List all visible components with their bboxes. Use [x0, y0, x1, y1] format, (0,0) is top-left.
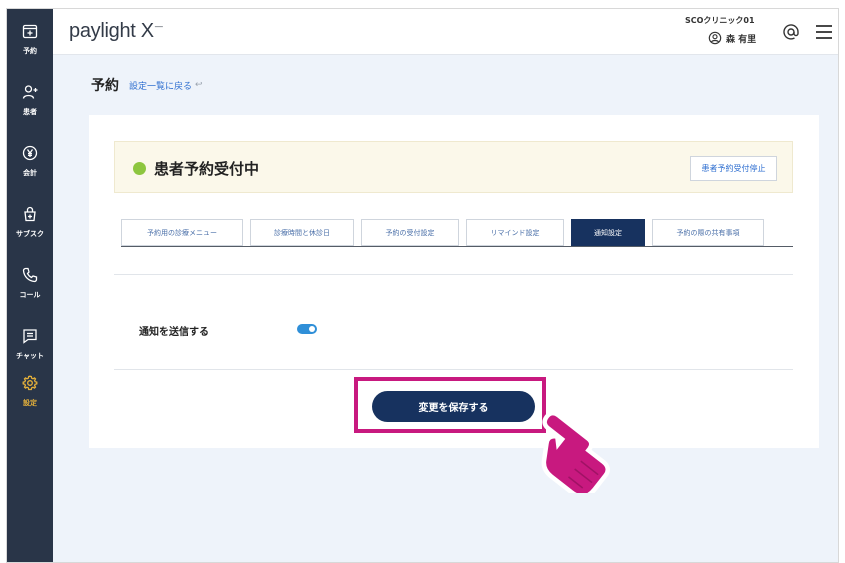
title-row: 予約 設定一覧に戻る ↩	[91, 75, 203, 95]
sidebar-item-label: チャット	[16, 351, 44, 360]
settings-tabs: 予約用の診療メニュー 診療時間と休診日 予約の受付設定 リマインド設定 通知設定…	[121, 219, 771, 246]
sidebar-item-reservation[interactable]: 予約	[7, 17, 53, 61]
user-circle-icon	[708, 31, 722, 45]
sidebar-item-chat[interactable]: チャット	[7, 322, 53, 366]
at-sign-icon[interactable]	[782, 23, 800, 45]
sidebar-item-subscription[interactable]: サブスク	[7, 200, 53, 244]
tab-reminder[interactable]: リマインド設定	[466, 219, 564, 246]
sidebar-item-label: コール	[19, 290, 41, 299]
sidebar-item-label: 患者	[23, 107, 37, 116]
user-add-icon	[22, 84, 38, 104]
sidebar-item-label: 設定	[23, 398, 37, 407]
tab-shared-info[interactable]: 予約の際の共有事項	[652, 219, 764, 246]
user-menu[interactable]: 森 有里	[708, 31, 756, 45]
page-title: 予約	[91, 78, 119, 94]
save-changes-button[interactable]: 変更を保存する	[372, 391, 535, 422]
tab-underline	[121, 246, 793, 247]
top-header: paylight X— SCOクリニック01 森 有里	[53, 9, 838, 55]
sidebar-item-call[interactable]: コール	[7, 261, 53, 305]
app-logo: paylight X—	[69, 20, 163, 42]
tab-notification[interactable]: 通知設定	[571, 219, 645, 246]
sidebar-item-label: 会計	[23, 168, 37, 177]
stop-reservations-button[interactable]: 患者予約受付停止	[690, 156, 777, 181]
back-to-settings-link[interactable]: 設定一覧に戻る	[129, 79, 192, 92]
divider	[114, 274, 793, 275]
settings-card: 患者予約受付中 患者予約受付停止 予約用の診療メニュー 診療時間と休診日 予約の…	[89, 115, 819, 448]
pointing-hand-icon	[541, 411, 611, 493]
sidebar-item-settings[interactable]: 設定	[7, 369, 53, 413]
reservation-status-banner: 患者予約受付中 患者予約受付停止	[114, 141, 793, 193]
notify-label: 通知を送信する	[139, 327, 209, 338]
toggle-knob	[309, 326, 315, 332]
sidebar-item-patients[interactable]: 患者	[7, 78, 53, 122]
subscription-bag-icon	[22, 206, 38, 226]
yen-circle-icon	[22, 145, 38, 165]
hamburger-menu-icon[interactable]	[814, 23, 834, 45]
sidebar-item-label: 予約	[23, 46, 37, 55]
return-arrow-icon: ↩	[195, 80, 203, 90]
tab-acceptance[interactable]: 予約の受付設定	[361, 219, 459, 246]
tab-menu[interactable]: 予約用の診療メニュー	[121, 219, 243, 246]
tab-hours[interactable]: 診療時間と休診日	[250, 219, 354, 246]
sidebar-item-billing[interactable]: 会計	[7, 139, 53, 183]
user-name: 森 有里	[726, 34, 757, 45]
divider	[114, 369, 793, 370]
chat-icon	[22, 328, 38, 348]
phone-icon	[22, 267, 38, 287]
status-text: 患者予約受付中	[154, 160, 260, 178]
sidebar-item-label: サブスク	[16, 229, 44, 238]
app-window: 予約 患者 会計 サブスク コール チャット 設定 paylight X— SC…	[6, 8, 839, 563]
notify-toggle[interactable]	[297, 324, 317, 334]
clinic-name: SCOクリニック01	[685, 16, 755, 25]
sidebar: 予約 患者 会計 サブスク コール チャット 設定	[7, 9, 53, 562]
calendar-plus-icon	[22, 23, 38, 43]
status-indicator-dot	[133, 162, 146, 175]
gear-icon	[22, 375, 38, 395]
